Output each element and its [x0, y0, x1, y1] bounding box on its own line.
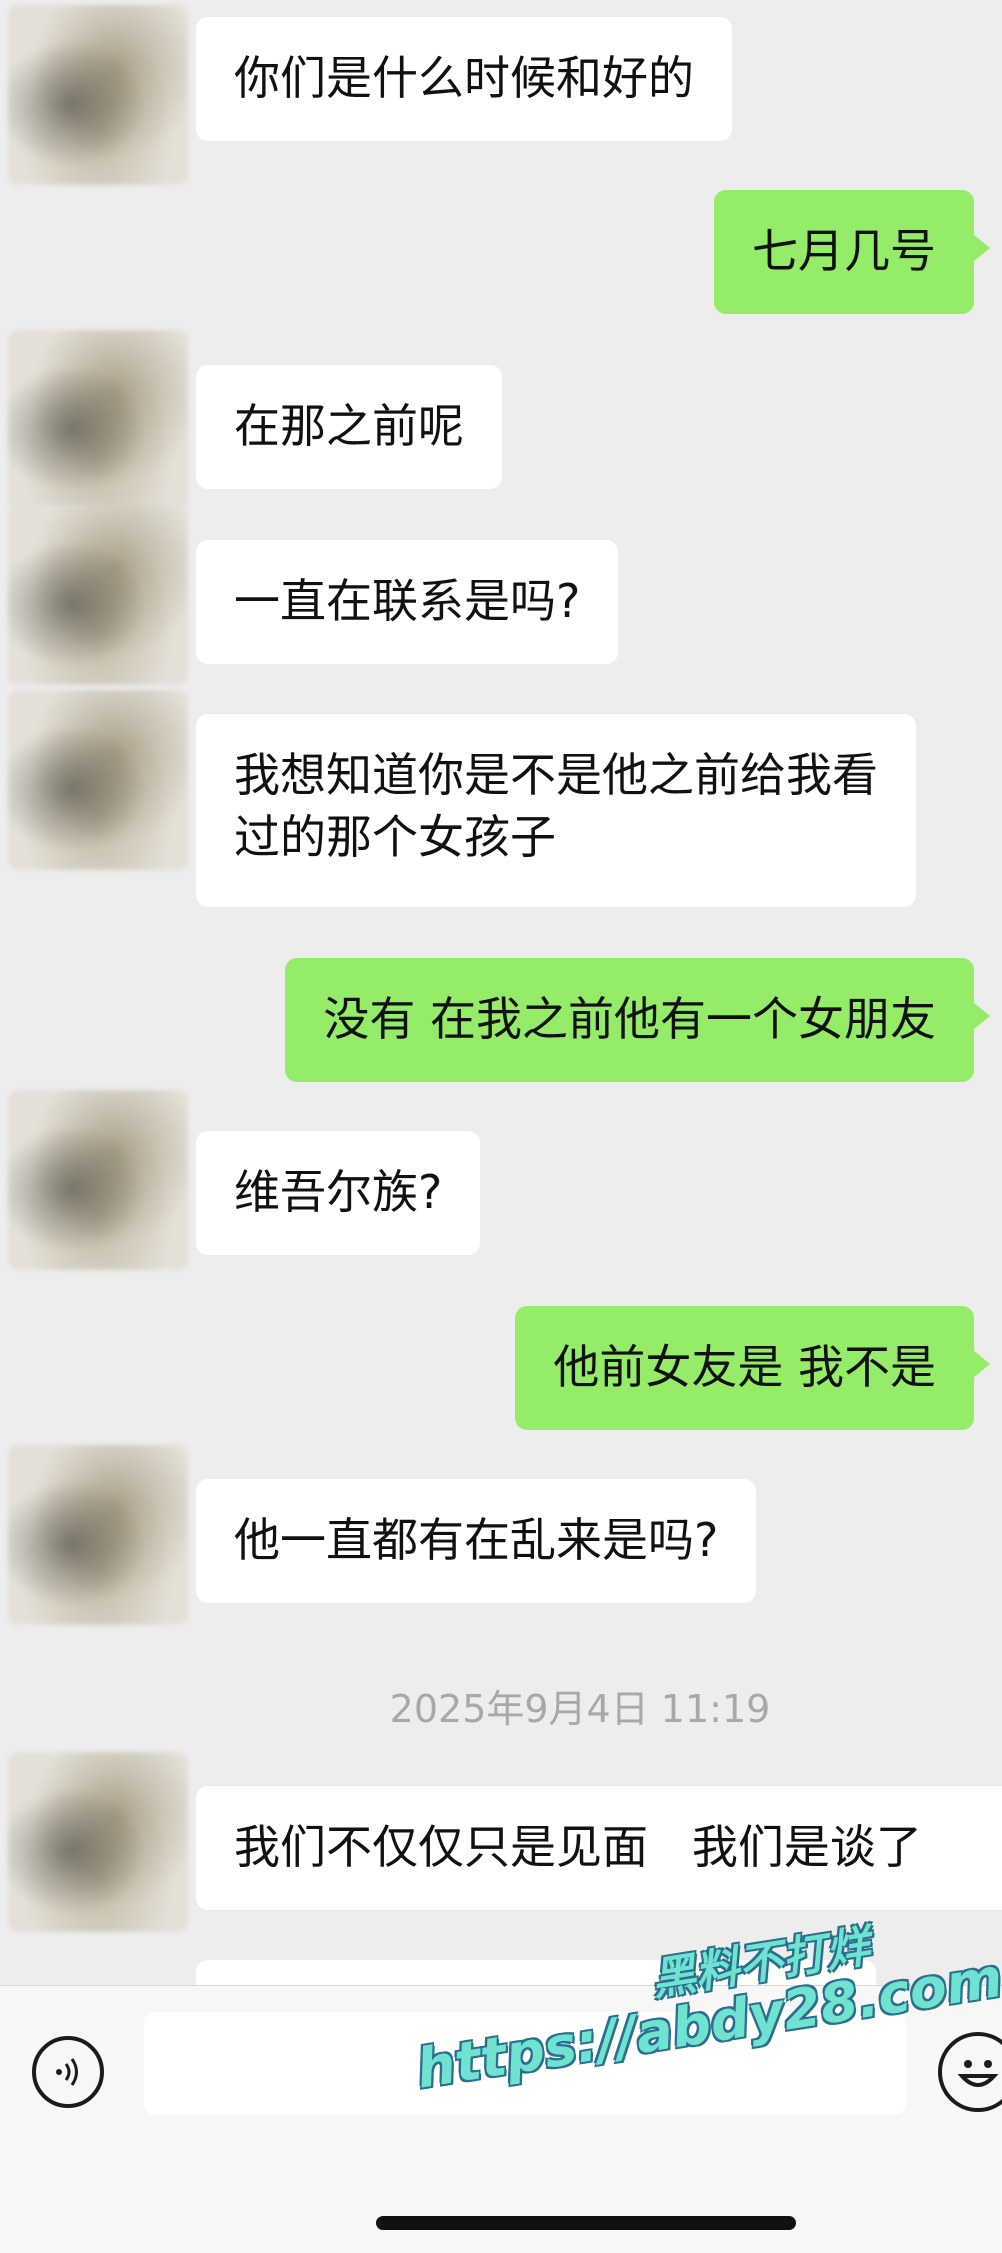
contact-avatar[interactable]	[8, 5, 188, 185]
chat-timestamp: 2025年9月4日 11:19	[389, 1687, 771, 1731]
message-sent[interactable]: 没有 在我之前他有一个女朋友	[285, 958, 990, 1082]
message-received[interactable]: 一直在联系是吗?	[196, 540, 619, 664]
message-received[interactable]: 他一直都有在乱来是吗?	[196, 1479, 757, 1603]
message-sent[interactable]: 他前女友是 我不是	[515, 1306, 990, 1430]
message-received[interactable]: 在那之前呢	[196, 365, 502, 489]
home-indicator[interactable]	[376, 2216, 796, 2230]
contact-avatar[interactable]	[8, 505, 188, 685]
chat-area[interactable]: 你们是什么时候和好的 七月几号 在那之前呢 一直在联系是吗? 我想知道你是不是他…	[0, 0, 1002, 1985]
message-received[interactable]: 我们不仅仅只是见面 我们是谈了	[196, 1786, 1002, 1910]
message-received[interactable]: 维吾尔族?	[196, 1131, 481, 1255]
contact-avatar[interactable]	[8, 1445, 188, 1625]
contact-avatar[interactable]	[8, 1752, 188, 1932]
message-received[interactable]: 你们是什么时候和好的	[196, 17, 732, 141]
contact-avatar[interactable]	[8, 690, 188, 870]
emoji-icon[interactable]	[938, 2032, 1002, 2112]
contact-avatar[interactable]	[8, 330, 188, 510]
message-received[interactable]: 我想知道你是不是他之前给我看 过的那个女孩子	[196, 714, 916, 907]
voice-icon[interactable]	[32, 2036, 104, 2108]
message-sent[interactable]: 七月几号	[714, 190, 990, 314]
contact-avatar[interactable]	[8, 1090, 188, 1270]
